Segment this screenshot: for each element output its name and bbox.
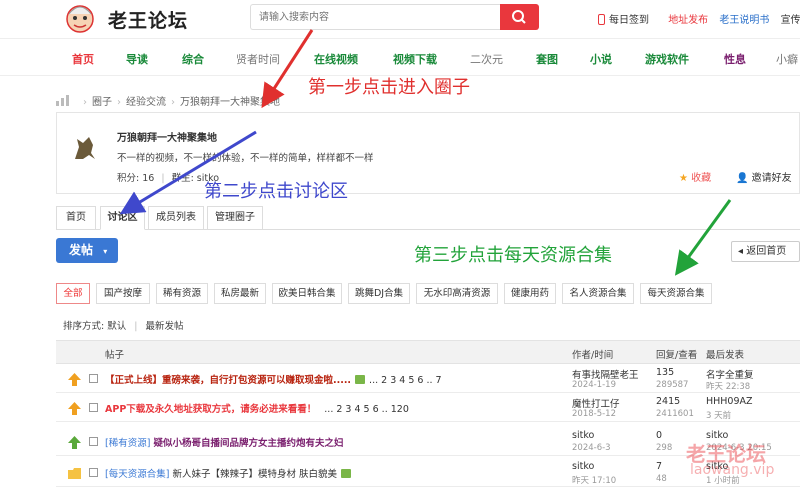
arrow-step1 <box>261 29 314 109</box>
arrow-step3 <box>674 199 732 276</box>
annotation-step2: 第二步点击讨论区 <box>204 181 348 202</box>
annotation-step1: 第一步点击进入圈子 <box>308 77 470 98</box>
annotation-step3: 第三步点击每天资源合集 <box>414 245 612 266</box>
watermark-domain: laowang.vip <box>690 462 775 478</box>
